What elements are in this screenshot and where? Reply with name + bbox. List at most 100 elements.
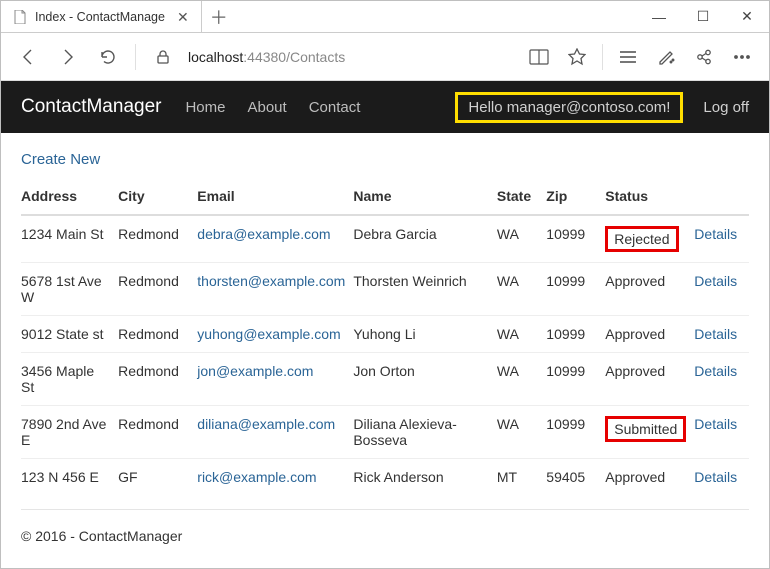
cell-action: Details — [694, 406, 749, 459]
cell-status: Submitted — [605, 406, 694, 459]
email-link[interactable]: rick@example.com — [197, 469, 316, 485]
cell-email: yuhong@example.com — [197, 316, 353, 353]
details-link[interactable]: Details — [694, 226, 737, 242]
logoff-link[interactable]: Log off — [703, 99, 749, 116]
cell-city: Redmond — [118, 263, 197, 316]
cell-name: Rick Anderson — [353, 459, 497, 496]
cell-email: rick@example.com — [197, 459, 353, 496]
cell-status: Approved — [605, 459, 694, 496]
window-close-button[interactable]: ✕ — [725, 1, 769, 32]
status-badge: Submitted — [605, 416, 686, 442]
cell-status: Rejected — [605, 215, 694, 263]
cell-zip: 59405 — [546, 459, 605, 496]
browser-tab[interactable]: Index - ContactManage ✕ — [1, 1, 202, 33]
cell-name: Yuhong Li — [353, 316, 497, 353]
cell-zip: 10999 — [546, 353, 605, 406]
maximize-button[interactable]: ☐ — [681, 1, 725, 32]
back-button[interactable] — [11, 40, 45, 74]
minimize-button[interactable]: — — [637, 1, 681, 32]
address-bar[interactable]: localhost:44380/Contacts — [188, 42, 448, 72]
cell-state: WA — [497, 353, 546, 406]
tab-close-icon[interactable]: ✕ — [173, 9, 193, 26]
cell-email: jon@example.com — [197, 353, 353, 406]
cell-name: Thorsten Weinrich — [353, 263, 497, 316]
table-row: 5678 1st Ave WRedmondthorsten@example.co… — [21, 263, 749, 316]
cell-action: Details — [694, 316, 749, 353]
cell-state: WA — [497, 263, 546, 316]
cell-address: 9012 State st — [21, 316, 118, 353]
hub-icon[interactable] — [611, 40, 645, 74]
browser-toolbar: localhost:44380/Contacts — [1, 33, 769, 81]
nav-right: Hello manager@contoso.com! Log off — [455, 92, 749, 123]
col-action — [694, 178, 749, 215]
cell-city: Redmond — [118, 316, 197, 353]
cell-state: MT — [497, 459, 546, 496]
cell-action: Details — [694, 459, 749, 496]
table-row: 7890 2nd Ave ERedmonddiliana@example.com… — [21, 406, 749, 459]
nav-home[interactable]: Home — [185, 99, 225, 116]
cell-address: 1234 Main St — [21, 215, 118, 263]
table-row: 9012 State stRedmondyuhong@example.com Yu… — [21, 316, 749, 353]
cell-state: WA — [497, 316, 546, 353]
create-new-link[interactable]: Create New — [21, 151, 100, 168]
new-tab-button[interactable]: ＋ — [202, 1, 236, 32]
table-row: 3456 Maple StRedmondjon@example.comJon O… — [21, 353, 749, 406]
cell-name: Diliana Alexieva-Bosseva — [353, 406, 497, 459]
reading-view-icon[interactable] — [522, 40, 556, 74]
cell-status: Approved — [605, 263, 694, 316]
app-navbar: ContactManager Home About Contact Hello … — [1, 81, 769, 133]
cell-name: Debra Garcia — [353, 215, 497, 263]
cell-name: Jon Orton — [353, 353, 497, 406]
url-path: :44380/Contacts — [243, 49, 345, 65]
cell-state: WA — [497, 215, 546, 263]
lock-icon[interactable] — [146, 40, 180, 74]
favorite-icon[interactable] — [560, 40, 594, 74]
cell-zip: 10999 — [546, 406, 605, 459]
details-link[interactable]: Details — [694, 273, 737, 289]
email-link[interactable]: debra@example.com — [197, 226, 330, 242]
cell-city: Redmond — [118, 215, 197, 263]
notes-icon[interactable] — [649, 40, 683, 74]
window-controls: — ☐ ✕ — [637, 1, 769, 32]
col-email: Email — [197, 178, 353, 215]
col-city: City — [118, 178, 197, 215]
refresh-button[interactable] — [91, 40, 125, 74]
brand-link[interactable]: ContactManager — [21, 96, 161, 118]
more-icon[interactable] — [725, 40, 759, 74]
nav-about[interactable]: About — [247, 99, 286, 116]
details-link[interactable]: Details — [694, 416, 737, 432]
col-name: Name — [353, 178, 497, 215]
cell-email: thorsten@example.com — [197, 263, 353, 316]
cell-action: Details — [694, 353, 749, 406]
col-state: State — [497, 178, 546, 215]
contacts-table: Address City Email Name State Zip Status… — [21, 178, 749, 495]
email-link[interactable]: thorsten@example.com — [197, 273, 345, 289]
email-link[interactable]: jon@example.com — [197, 363, 313, 379]
toolbar-separator — [135, 44, 136, 70]
email-link[interactable]: diliana@example.com — [197, 416, 335, 432]
forward-button[interactable] — [51, 40, 85, 74]
details-link[interactable]: Details — [694, 326, 737, 342]
nav-contact[interactable]: Contact — [309, 99, 361, 116]
cell-status: Approved — [605, 353, 694, 406]
toolbar-separator-2 — [602, 44, 603, 70]
cell-zip: 10999 — [546, 316, 605, 353]
cell-action: Details — [694, 263, 749, 316]
cell-email: debra@example.com — [197, 215, 353, 263]
table-row: 123 N 456 EGFrick@example.comRick Anders… — [21, 459, 749, 496]
user-greeting[interactable]: Hello manager@contoso.com! — [455, 92, 683, 123]
cell-action: Details — [694, 215, 749, 263]
status-badge: Rejected — [605, 226, 678, 252]
cell-address: 3456 Maple St — [21, 353, 118, 406]
share-icon[interactable] — [687, 40, 721, 74]
details-link[interactable]: Details — [694, 469, 737, 485]
email-link[interactable]: yuhong@example.com — [197, 326, 340, 342]
details-link[interactable]: Details — [694, 363, 737, 379]
cell-city: GF — [118, 459, 197, 496]
col-zip: Zip — [546, 178, 605, 215]
cell-email: diliana@example.com — [197, 406, 353, 459]
cell-zip: 10999 — [546, 215, 605, 263]
col-status: Status — [605, 178, 694, 215]
window-titlebar: Index - ContactManage ✕ ＋ — ☐ ✕ — [1, 1, 769, 33]
cell-status: Approved — [605, 316, 694, 353]
